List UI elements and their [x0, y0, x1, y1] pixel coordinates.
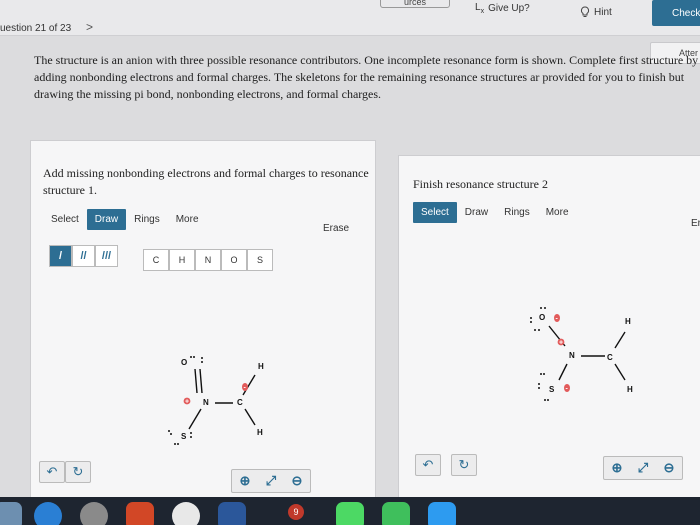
- atom-oxygen: O: [539, 313, 545, 322]
- atom-carbon: C: [237, 398, 243, 407]
- resonance-structure-1-panel: Add missing nonbonding electrons and for…: [30, 140, 376, 500]
- dock-app-icon[interactable]: [428, 502, 456, 525]
- give-up-label: Give Up?: [488, 3, 530, 14]
- atom-h-button[interactable]: H: [169, 249, 195, 271]
- safari-icon[interactable]: [34, 502, 62, 525]
- redo-icon: ↻: [72, 464, 84, 479]
- undo-icon: ↶: [46, 464, 58, 479]
- resources-button[interactable]: urces: [380, 0, 450, 8]
- atom-oxygen: O: [181, 358, 187, 367]
- erase-button[interactable]: Erase: [323, 223, 349, 234]
- atom-palette: C H N O S: [143, 249, 273, 271]
- atom-o-button[interactable]: O: [221, 249, 247, 271]
- zoom-out-icon[interactable]: ⊖: [656, 457, 682, 479]
- charge-nitrogen: +: [557, 338, 565, 347]
- resonance-structure-1-molecule[interactable]: O N C S H H + -: [161, 341, 281, 461]
- panel-2-title: Finish resonance structure 2: [413, 177, 548, 191]
- draw-tool[interactable]: Draw: [457, 202, 496, 223]
- undo-button[interactable]: ↶: [39, 461, 65, 483]
- atom-sulfur: S: [181, 432, 187, 441]
- charge-nitrogen-sign: +: [185, 399, 189, 406]
- select-tool[interactable]: Select: [413, 202, 457, 223]
- charge-nitrogen: +: [183, 397, 191, 406]
- notification-badge: 9: [288, 504, 304, 520]
- check-answer-button[interactable]: Check: [652, 0, 700, 26]
- dock-app-icon[interactable]: [0, 502, 22, 525]
- bond-type-group: / // ///: [49, 245, 118, 267]
- charge-nitrogen-sign: +: [559, 340, 563, 347]
- redo-button[interactable]: ↻: [65, 461, 91, 483]
- erase-button[interactable]: Er: [691, 218, 700, 229]
- hint-label: Hint: [594, 6, 612, 18]
- give-up-button[interactable]: Lx Give Up?: [475, 2, 530, 15]
- dock-app-icon[interactable]: [80, 502, 108, 525]
- panel-1-toolbar: Select Draw Rings More: [43, 209, 207, 230]
- charge-oxygen: -: [554, 314, 560, 323]
- atom-s-button[interactable]: S: [247, 249, 273, 271]
- charge-sulfur: -: [564, 384, 570, 393]
- hint-button[interactable]: Hint: [580, 6, 612, 18]
- reset-zoom-icon[interactable]: ⤢: [630, 457, 656, 479]
- zoom-controls: ⊕ ⤢ ⊖: [231, 469, 311, 493]
- messages-icon[interactable]: [336, 502, 364, 525]
- atom-hydrogen-top: H: [258, 362, 264, 371]
- more-tool[interactable]: More: [168, 209, 207, 230]
- draw-tool[interactable]: Draw: [86, 209, 127, 230]
- resonance-structure-2-molecule[interactable]: O N C S H H - + -: [519, 296, 659, 426]
- atom-hydrogen-bottom: H: [257, 428, 263, 437]
- word-icon[interactable]: [218, 502, 246, 525]
- reset-zoom-icon[interactable]: ⤢: [258, 470, 284, 492]
- rings-tool[interactable]: Rings: [496, 202, 538, 223]
- panel-2-toolbar: Select Draw Rings More: [413, 202, 577, 223]
- charge-carbon: -: [242, 383, 248, 392]
- panel-1-title: Add missing nonbonding electrons and for…: [43, 166, 369, 197]
- atom-nitrogen: N: [203, 398, 209, 407]
- atom-carbon: C: [607, 353, 613, 362]
- rings-tool[interactable]: Rings: [126, 209, 168, 230]
- atom-hydrogen-bottom: H: [627, 385, 633, 394]
- resonance-structure-2-panel: Finish resonance structure 2 Select Draw…: [398, 155, 700, 500]
- triple-bond-button[interactable]: ///: [95, 245, 118, 267]
- lightbulb-icon: [580, 6, 590, 17]
- lx-icon: Lx: [475, 2, 485, 15]
- atom-hydrogen-top: H: [625, 317, 631, 326]
- chrome-icon[interactable]: [172, 502, 200, 525]
- zoom-out-icon[interactable]: ⊖: [284, 470, 310, 492]
- atom-nitrogen: N: [569, 351, 575, 360]
- atom-sulfur: S: [549, 385, 555, 394]
- more-tool[interactable]: More: [538, 202, 577, 223]
- select-tool[interactable]: Select: [43, 209, 87, 230]
- redo-button[interactable]: ↻: [451, 454, 477, 476]
- double-bond-button[interactable]: //: [72, 245, 95, 267]
- single-bond-button[interactable]: /: [49, 245, 72, 267]
- zoom-controls: ⊕ ⤢ ⊖: [603, 456, 683, 480]
- zoom-in-icon[interactable]: ⊕: [604, 457, 630, 479]
- check-label: Check: [672, 7, 700, 19]
- undo-button[interactable]: ↶: [415, 454, 441, 476]
- zoom-in-icon[interactable]: ⊕: [232, 470, 258, 492]
- question-counter: uestion 21 of 23 >: [0, 20, 93, 34]
- redo-icon: ↻: [458, 457, 470, 472]
- facetime-icon[interactable]: [382, 502, 410, 525]
- next-question-chevron[interactable]: >: [86, 20, 93, 34]
- question-position: uestion 21 of 23: [0, 23, 72, 34]
- resources-label: urces: [403, 0, 426, 7]
- question-prompt: The structure is an anion with three pos…: [34, 53, 699, 101]
- powerpoint-icon[interactable]: [126, 502, 154, 525]
- atom-n-button[interactable]: N: [195, 249, 221, 271]
- undo-icon: ↶: [422, 457, 434, 472]
- atom-c-button[interactable]: C: [143, 249, 169, 271]
